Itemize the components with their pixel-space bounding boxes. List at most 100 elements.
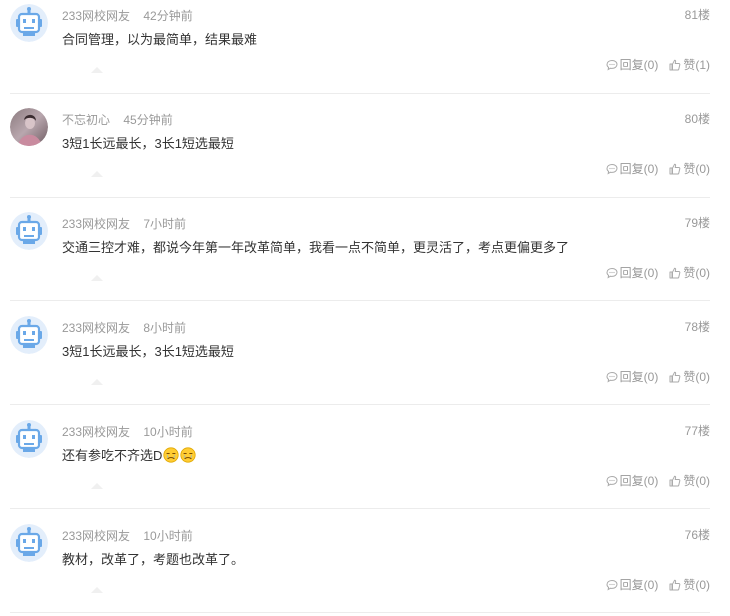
like-button[interactable]: 赞(0) (669, 368, 710, 386)
comment-meta: 233网校网友 7小时前 (62, 215, 186, 233)
comment-username[interactable]: 不忘初心 (62, 113, 110, 127)
comment-time: 7小时前 (143, 217, 187, 231)
like-label: 赞(0) (683, 162, 710, 176)
comment-meta: 233网校网友 10小时前 (62, 423, 193, 441)
reply-button[interactable]: 回复(0) (606, 472, 659, 490)
caret-decoration (91, 275, 103, 281)
comment-icon (606, 579, 618, 591)
robot-avatar[interactable] (10, 316, 48, 354)
reply-button[interactable]: 回复(0) (606, 576, 659, 594)
comment-content: 合同管理，以为最简单，结果最难 (62, 32, 258, 47)
comment-meta: 233网校网友 10小时前 (62, 527, 193, 545)
thumbs-up-icon (669, 475, 681, 487)
comment-time: 8小时前 (143, 321, 187, 335)
caret-decoration (91, 587, 103, 593)
comment-item: 233网校网友 8小时前 78楼 3短1长远最长，3长1短选最短 回复(0) 赞… (0, 312, 730, 416)
like-label: 赞(1) (683, 58, 710, 72)
comment-username[interactable]: 233网校网友 (62, 217, 130, 231)
robot-avatar-icon (10, 420, 48, 458)
caret-decoration (91, 171, 103, 177)
reply-button[interactable]: 回复(0) (606, 160, 659, 178)
crying-face-emoji-icon (180, 447, 196, 463)
thumbs-up-icon (669, 59, 681, 71)
robot-avatar-icon (10, 4, 48, 42)
comment-floor: 81楼 (684, 8, 710, 22)
photo-avatar[interactable] (10, 108, 48, 146)
comment-actions: 回复(0) 赞(0) (606, 576, 710, 594)
like-label: 赞(0) (683, 578, 710, 592)
comment-meta: 233网校网友 42分钟前 (62, 7, 193, 25)
comment-floor: 80楼 (684, 112, 710, 126)
like-label: 赞(0) (683, 370, 710, 384)
comment-divider (10, 404, 710, 405)
like-label: 赞(0) (683, 266, 710, 280)
robot-avatar[interactable] (10, 420, 48, 458)
caret-decoration (91, 67, 103, 73)
robot-avatar[interactable] (10, 212, 48, 250)
photo-avatar-icon (10, 108, 48, 146)
reply-label: 回复(0) (619, 370, 659, 384)
comment-divider (10, 508, 710, 509)
comment-floor: 77楼 (684, 424, 710, 438)
reply-button[interactable]: 回复(0) (606, 368, 659, 386)
comment-username[interactable]: 233网校网友 (62, 321, 130, 335)
like-button[interactable]: 赞(0) (669, 576, 710, 594)
reply-button[interactable]: 回复(0) (606, 264, 659, 282)
comment-actions: 回复(0) 赞(0) (606, 368, 710, 386)
comment-content: 教材，改革了，考题也改革了。 (62, 552, 245, 567)
like-button[interactable]: 赞(0) (669, 472, 710, 490)
robot-avatar[interactable] (10, 524, 48, 562)
reply-button[interactable]: 回复(0) (606, 56, 659, 74)
comment-icon (606, 59, 618, 71)
comment-floor: 76楼 (684, 528, 710, 542)
caret-decoration (91, 379, 103, 385)
comment-divider (10, 300, 710, 301)
robot-avatar[interactable] (10, 4, 48, 42)
comment-actions: 回复(0) 赞(0) (606, 264, 710, 282)
thumbs-up-icon (669, 267, 681, 279)
comment-username[interactable]: 233网校网友 (62, 425, 130, 439)
like-button[interactable]: 赞(0) (669, 264, 710, 282)
comment-content: 3短1长远最长，3长1短选最短 (62, 344, 234, 359)
comment-icon (606, 163, 618, 175)
thumbs-up-icon (669, 371, 681, 383)
comment-meta: 不忘初心 45分钟前 (62, 111, 173, 129)
reply-label: 回复(0) (619, 58, 659, 72)
reply-label: 回复(0) (619, 578, 659, 592)
comment-actions: 回复(0) 赞(0) (606, 472, 710, 490)
robot-avatar-icon (10, 316, 48, 354)
comment-floor: 78楼 (684, 320, 710, 334)
caret-decoration (91, 483, 103, 489)
comment-icon (606, 267, 618, 279)
comment-content: 还有参吃不齐选D (62, 448, 163, 463)
comment-divider (10, 612, 710, 613)
thumbs-up-icon (669, 579, 681, 591)
comment-username[interactable]: 233网校网友 (62, 529, 130, 543)
comment-icon (606, 371, 618, 383)
like-button[interactable]: 赞(1) (669, 56, 710, 74)
robot-avatar-icon (10, 212, 48, 250)
comment-content: 3短1长远最长，3长1短选最短 (62, 136, 234, 151)
comment-time: 10小时前 (143, 529, 193, 543)
comment-divider (10, 197, 710, 198)
comment-time: 45分钟前 (123, 113, 173, 127)
comment-time: 42分钟前 (143, 9, 193, 23)
comment-divider (10, 93, 710, 94)
comment-item: 233网校网友 7小时前 79楼 交通三控才难，都说今年第一年改革简单，我看一点… (0, 208, 730, 312)
reply-label: 回复(0) (619, 266, 659, 280)
comment-icon (606, 475, 618, 487)
comment-content-row: 还有参吃不齐选D (62, 446, 196, 466)
comment-content: 交通三控才难，都说今年第一年改革简单，我看一点不简单，更灵活了，考点更偏更多了 (62, 240, 570, 255)
robot-avatar-icon (10, 524, 48, 562)
reply-label: 回复(0) (619, 162, 659, 176)
reply-label: 回复(0) (619, 474, 659, 488)
comment-item: 233网校网友 10小时前 76楼 教材，改革了，考题也改革了。 回复(0) 赞… (0, 520, 730, 616)
like-label: 赞(0) (683, 474, 710, 488)
comment-username[interactable]: 233网校网友 (62, 9, 130, 23)
thumbs-up-icon (669, 163, 681, 175)
comment-actions: 回复(0) 赞(1) (606, 56, 710, 74)
comment-item: 233网校网友 10小时前 77楼 还有参吃不齐选D 回复(0) 赞(0) (0, 416, 730, 520)
comment-time: 10小时前 (143, 425, 193, 439)
comment-item: 233网校网友 42分钟前 81楼 合同管理，以为最简单，结果最难 回复(0) … (0, 0, 730, 104)
like-button[interactable]: 赞(0) (669, 160, 710, 178)
